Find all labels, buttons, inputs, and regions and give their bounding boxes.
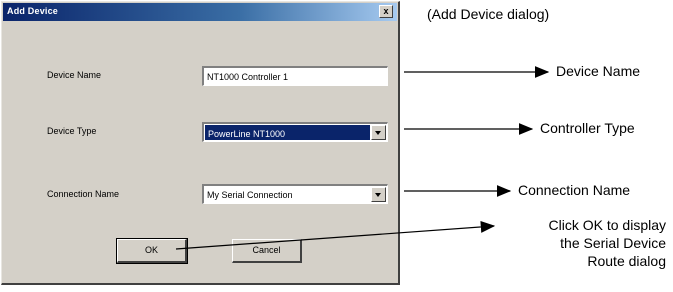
callout-arrows	[175, 66, 550, 250]
arrow-ok	[175, 220, 496, 250]
